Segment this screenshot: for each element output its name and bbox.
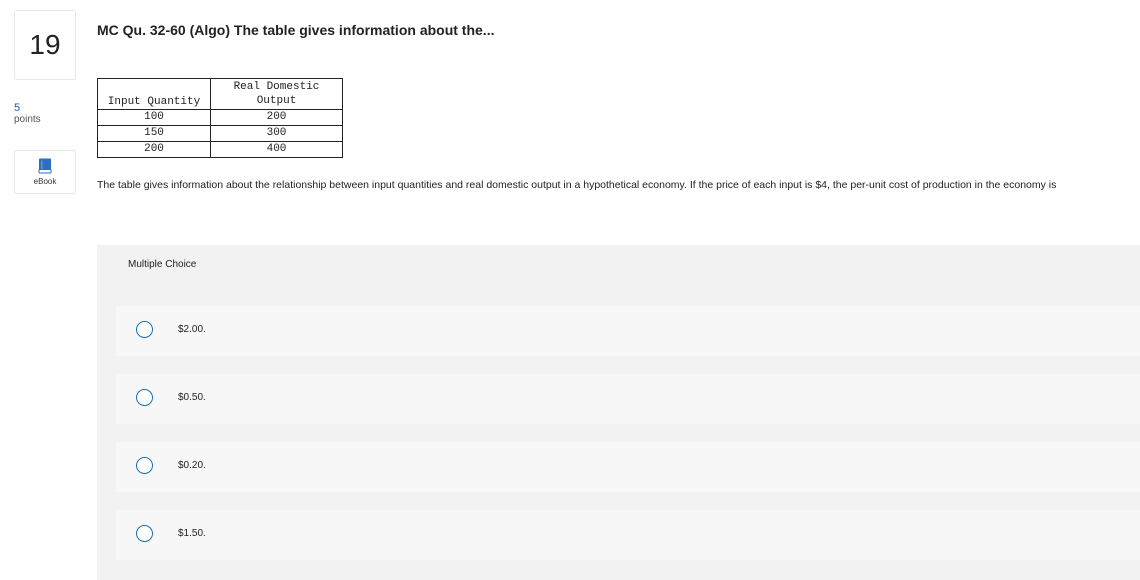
table-header-real-domestic-output: Real Domestic Output [210, 78, 343, 110]
radio-button[interactable] [136, 525, 153, 542]
question-sidebar: 19 5 points eBook [14, 10, 76, 194]
choice-option-4[interactable]: $1.50. [116, 510, 1140, 560]
multiple-choice-header: Multiple Choice [128, 259, 197, 270]
choice-label: $1.50. [178, 528, 206, 539]
table-cell: 200 [210, 109, 343, 126]
choice-option-2[interactable]: $0.50. [116, 374, 1140, 424]
table-row: 200 400 [97, 141, 343, 158]
radio-button[interactable] [136, 321, 153, 338]
question-title: MC Qu. 32-60 (Algo) The table gives info… [97, 22, 495, 38]
book-icon [38, 158, 52, 174]
table-row: 150 300 [97, 125, 343, 142]
ebook-label: eBook [33, 177, 57, 186]
points-label: points [14, 114, 41, 125]
choice-label: $2.00. [178, 324, 206, 335]
table-header-row: Input Quantity Real Domestic Output [97, 78, 343, 110]
question-number: 19 [14, 10, 76, 80]
table-row: 100 200 [97, 109, 343, 126]
table-header-input-quantity: Input Quantity [97, 78, 211, 110]
choice-option-1[interactable]: $2.00. [116, 306, 1140, 356]
multiple-choice-panel: Multiple Choice $2.00. $0.50. $0.20. $1.… [97, 245, 1140, 580]
question-page: 19 5 points eBook MC Qu. 32-60 (Algo) Th… [0, 0, 1140, 580]
points-value: 5 [14, 102, 21, 114]
question-text: The table gives information about the re… [97, 179, 1057, 191]
table-cell: 100 [97, 109, 211, 126]
ebook-button[interactable]: eBook [14, 150, 76, 194]
radio-button[interactable] [136, 457, 153, 474]
table-cell: 150 [97, 125, 211, 142]
table-cell: 400 [210, 141, 343, 158]
choice-label: $0.50. [178, 392, 206, 403]
table-cell: 300 [210, 125, 343, 142]
choice-option-3[interactable]: $0.20. [116, 442, 1140, 492]
table-cell: 200 [97, 141, 211, 158]
radio-button[interactable] [136, 389, 153, 406]
choice-label: $0.20. [178, 460, 206, 471]
data-table: Input Quantity Real Domestic Output 100 … [97, 78, 343, 158]
